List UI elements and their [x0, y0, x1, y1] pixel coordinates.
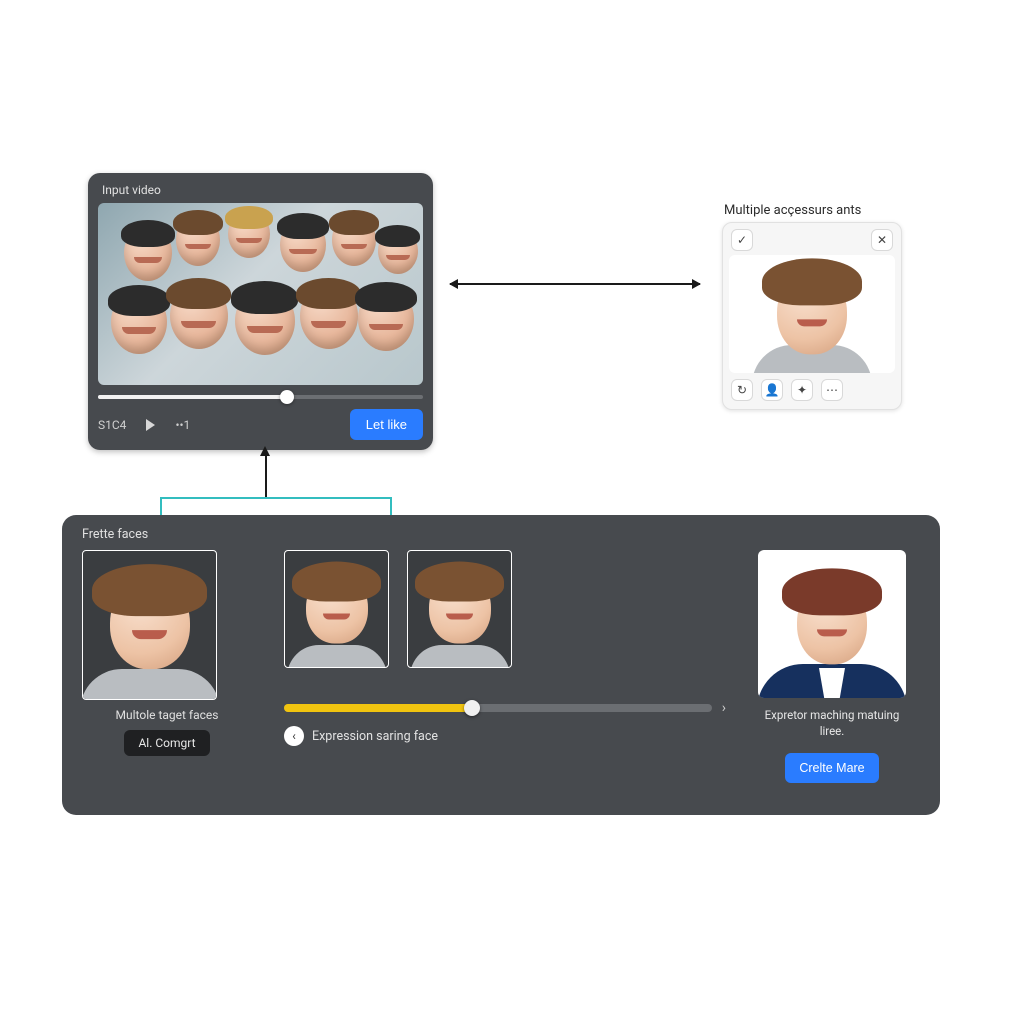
input-video-thumbnail[interactable] [98, 203, 423, 385]
let-like-button[interactable]: Let like [350, 409, 423, 440]
confirm-icon[interactable]: ✓ [731, 229, 753, 251]
person-icon[interactable]: 👤 [761, 379, 783, 401]
expression-column: › ‹ Expression saring face [284, 550, 712, 746]
accessors-title: Multiple acçessurs ants [724, 203, 861, 218]
crowd-face-icon [332, 214, 376, 266]
video-seek-row [98, 395, 423, 399]
ai-compare-button[interactable]: Al. Comgrt [124, 730, 209, 756]
chevron-right-icon[interactable]: › [722, 700, 726, 716]
connector-line [160, 497, 162, 515]
video-controls-row: S1C4 ••1 Let like [98, 409, 423, 440]
target-face-tile[interactable] [82, 550, 217, 700]
crowd-face-icon [176, 214, 220, 266]
portrait-face-shape [429, 572, 491, 644]
crowd-face-icon [300, 283, 358, 349]
input-video-title: Input video [98, 181, 423, 203]
accessors-card: ✓ ✕ ↻ 👤 ✦ ⋯ [722, 222, 902, 410]
magic-icon[interactable]: ✦ [791, 379, 813, 401]
crowd-face-icon [124, 225, 172, 281]
connector-line [390, 497, 392, 515]
input-video-panel: Input video S1C4 ••1 Let like [88, 173, 433, 450]
portrait-face-shape [306, 572, 368, 644]
expression-label-row: ‹ Expression saring face [284, 726, 712, 746]
connector-line [265, 455, 267, 497]
crowd-face-icon [358, 287, 414, 351]
crowd-face-icon [228, 210, 270, 258]
portrait-shoulders-shape [410, 645, 510, 668]
expression-thumb[interactable] [464, 700, 480, 716]
result-caption: Expretor maching matuing liree. [757, 708, 907, 739]
faces-panel: Frette faces Multole taget faces Al. Com… [62, 515, 940, 815]
crowd-face-icon [378, 228, 418, 274]
video-seek-fill [98, 395, 287, 399]
target-faces-label: Multole taget faces [82, 708, 252, 722]
video-loop-label: ••1 [175, 418, 190, 432]
expand-icon[interactable]: ✕ [871, 229, 893, 251]
connector-line [160, 497, 390, 499]
more-icon[interactable]: ⋯ [821, 379, 843, 401]
crowd-face-icon [170, 283, 228, 349]
up-arrow-icon [260, 446, 270, 456]
portrait-shoulders-shape [82, 669, 217, 700]
faces-row: Multole taget faces Al. Comgrt › [82, 550, 920, 783]
video-controls-left: S1C4 ••1 [98, 418, 190, 432]
candidate-face-tile[interactable] [407, 550, 512, 668]
video-seek-thumb[interactable] [280, 390, 294, 404]
play-icon[interactable] [146, 419, 155, 431]
portrait-face-shape [110, 577, 190, 669]
expression-fill [284, 704, 472, 712]
expression-track: › [284, 704, 712, 712]
video-time-label: S1C4 [98, 418, 126, 432]
faces-panel-title: Frette faces [82, 527, 920, 542]
crowd-face-icon [235, 287, 295, 355]
crowd-face-icon [280, 218, 326, 272]
portrait-shoulders-shape [287, 645, 387, 668]
candidate-face-tile[interactable] [284, 550, 389, 668]
target-faces-column: Multole taget faces Al. Comgrt [82, 550, 252, 756]
accessors-bottom-icons: ↻ 👤 ✦ ⋯ [729, 373, 895, 403]
chevron-left-icon[interactable]: ‹ [284, 726, 304, 746]
bidirectional-arrow-icon [450, 283, 700, 285]
accessor-portrait[interactable] [729, 255, 895, 373]
portrait-face-shape [797, 580, 867, 664]
expression-label: Expression saring face [312, 729, 438, 744]
portrait-face-shape [777, 270, 847, 354]
accessors-top-icons: ✓ ✕ [729, 229, 895, 255]
result-column: Expretor maching matuing liree. Crelte M… [744, 550, 920, 783]
video-seek-slider[interactable] [98, 395, 423, 399]
create-more-button[interactable]: Crelte Mare [785, 753, 878, 783]
result-face-tile[interactable] [758, 550, 906, 698]
reset-icon[interactable]: ↻ [731, 379, 753, 401]
crowd-face-icon [111, 290, 167, 354]
expression-slider[interactable]: › ‹ Expression saring face [284, 704, 712, 746]
candidate-faces-row [284, 550, 712, 668]
